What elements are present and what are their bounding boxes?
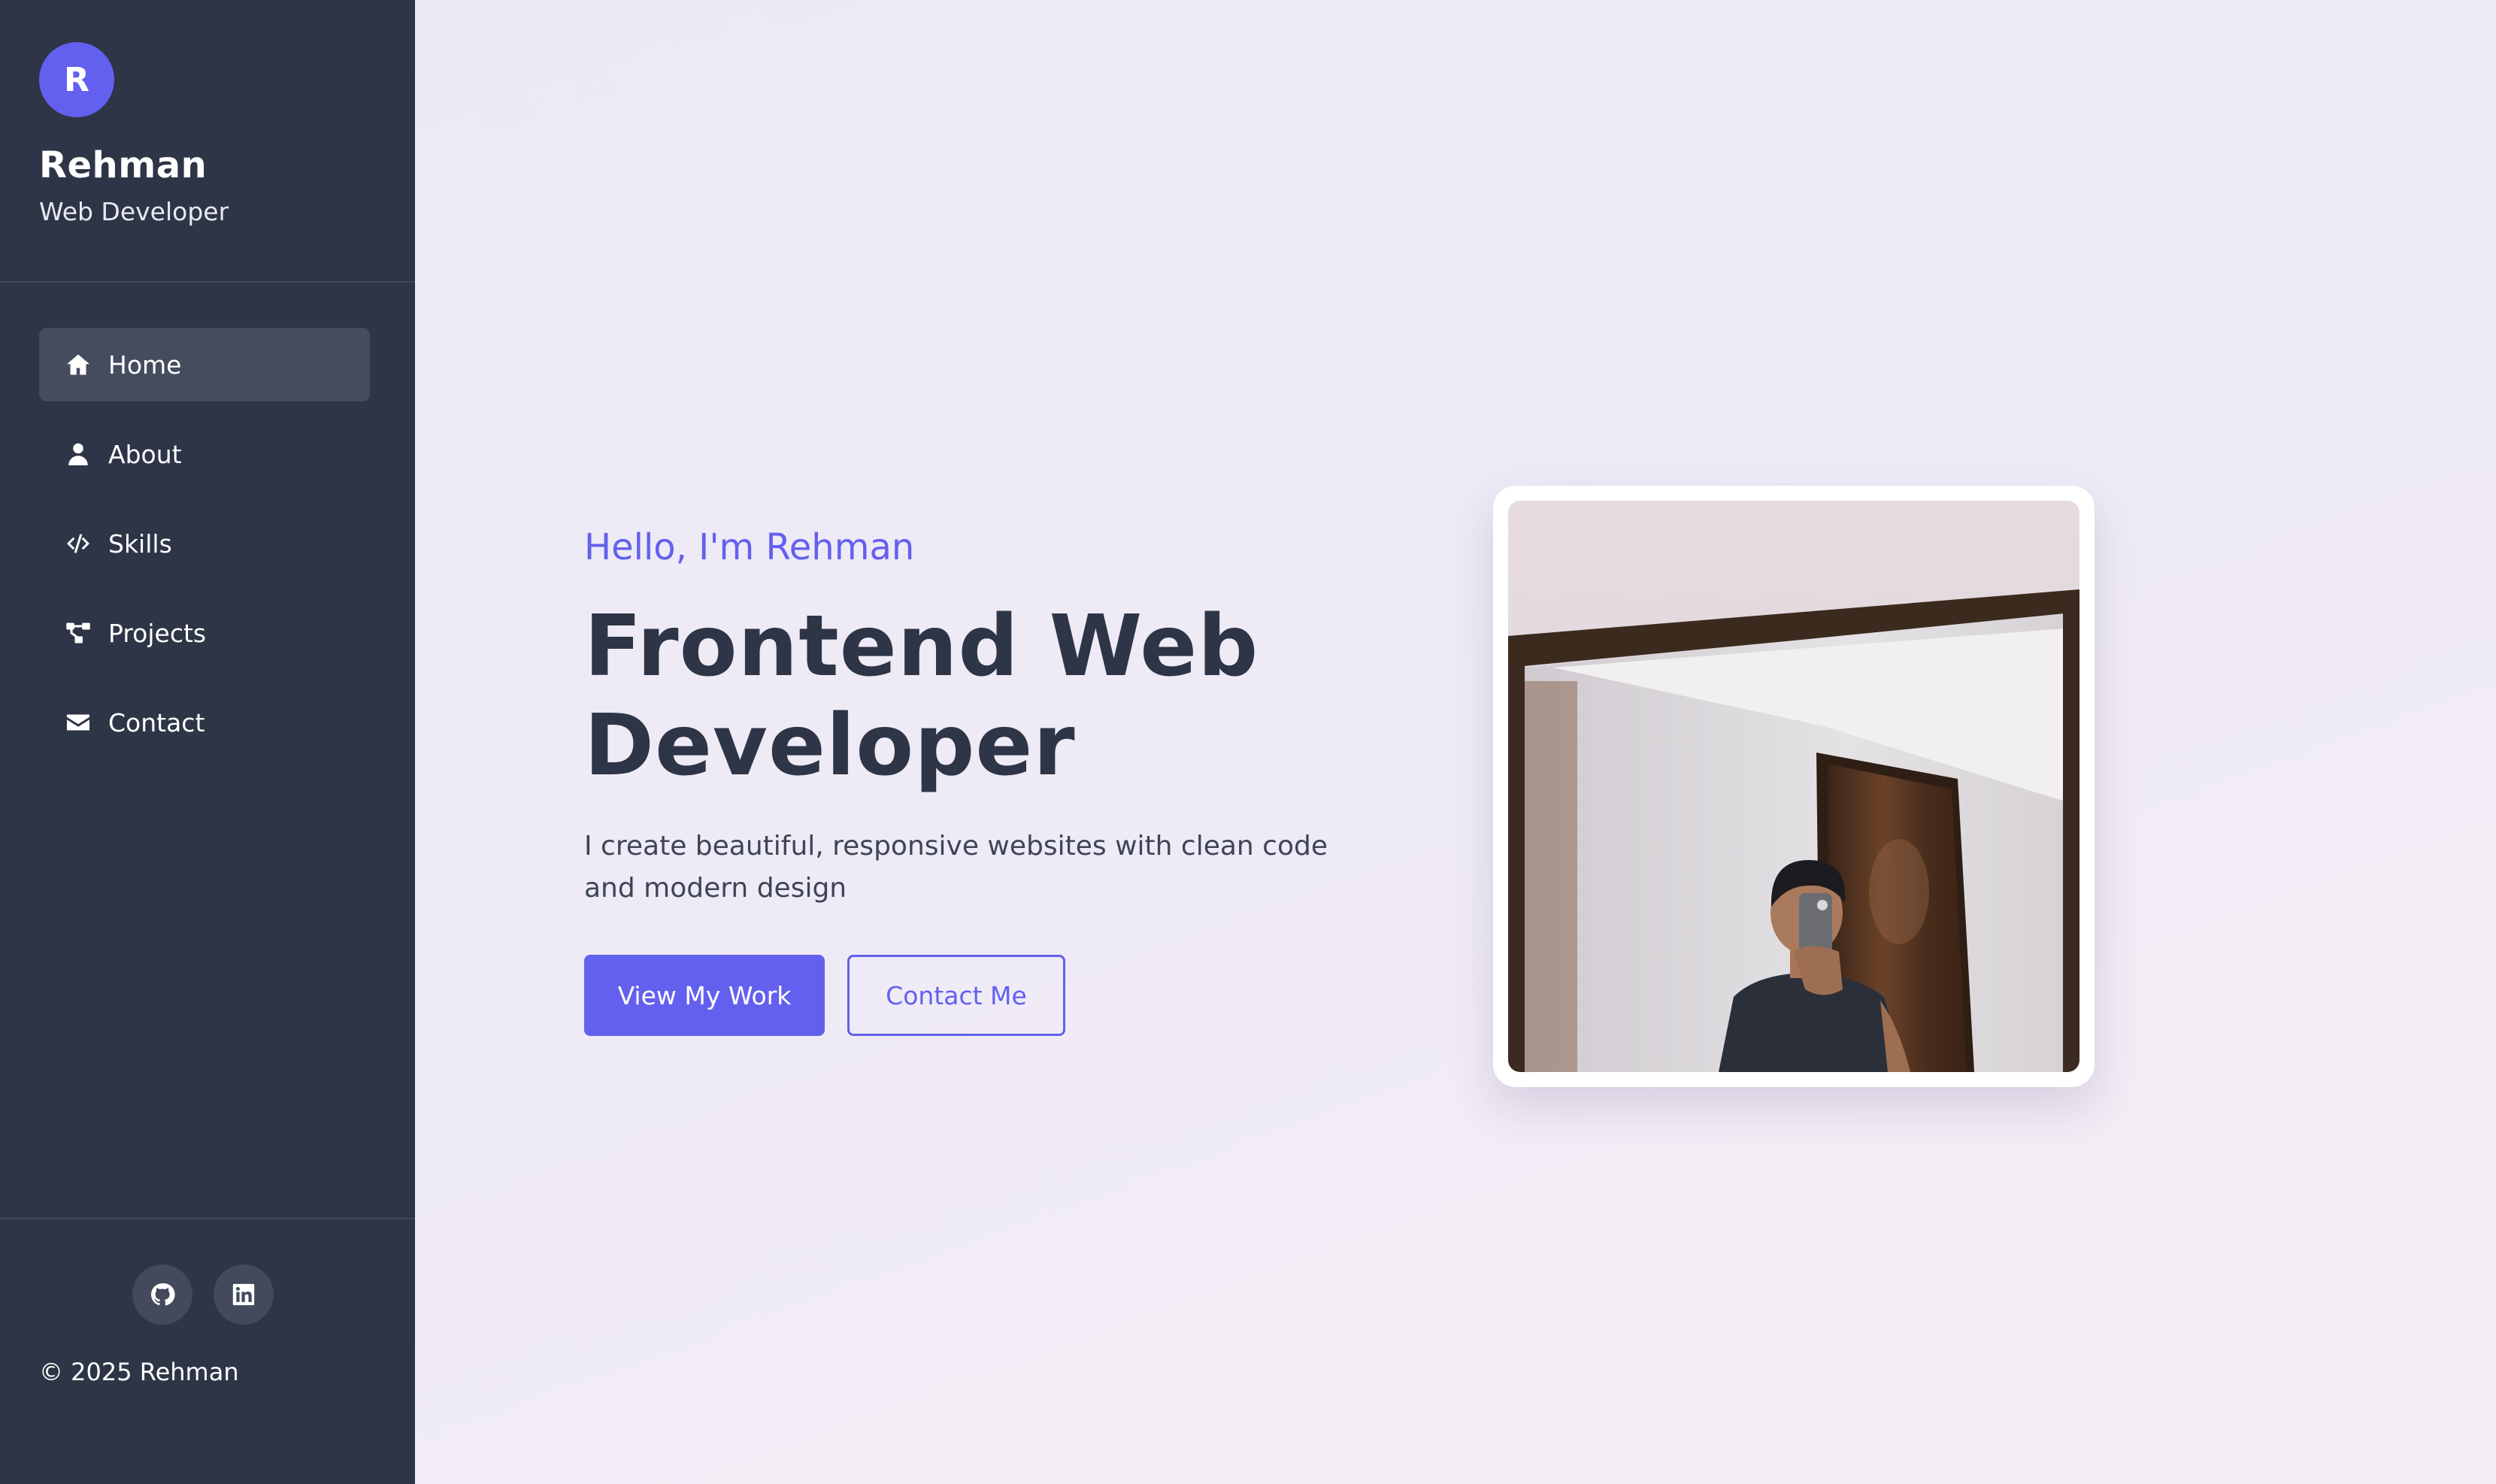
sidebar-nav: Home About Skills Projects Contact	[39, 328, 370, 775]
hero-headline-line: Developer	[584, 697, 1076, 795]
sidebar-item-label: About	[108, 439, 182, 469]
envelope-icon	[63, 707, 93, 737]
brand-role: Web Developer	[39, 197, 229, 226]
sidebar-item-label: Contact	[108, 707, 205, 737]
contact-me-button[interactable]: Contact Me	[847, 955, 1065, 1036]
profile-photo-frame	[1493, 486, 2095, 1087]
sidebar-item-label: Projects	[108, 618, 207, 648]
copyright-text: © 2025 Rehman	[39, 1358, 239, 1386]
hero-section: Hello, I'm Rehman Frontend Web Developer…	[584, 526, 1411, 1036]
sidebar-item-about[interactable]: About	[39, 417, 370, 491]
hero-buttons: View My Work Contact Me	[584, 955, 1411, 1036]
user-icon	[63, 439, 93, 469]
sidebar-divider	[0, 281, 415, 283]
profile-photo	[1508, 501, 2079, 1072]
brand-name: Rehman	[39, 144, 207, 186]
avatar: R	[39, 42, 114, 117]
sidebar-item-label: Home	[108, 350, 182, 380]
sidebar-item-skills[interactable]: Skills	[39, 507, 370, 580]
github-link[interactable]	[132, 1264, 192, 1325]
code-icon	[63, 528, 93, 559]
sidebar-item-home[interactable]: Home	[39, 328, 370, 401]
github-icon	[150, 1282, 175, 1307]
linkedin-link[interactable]	[214, 1264, 274, 1325]
sidebar-item-projects[interactable]: Projects	[39, 596, 370, 670]
hero-tagline: I create beautiful, responsive websites …	[584, 831, 1328, 904]
hero-headline: Frontend Web Developer	[584, 597, 1411, 795]
brand: R Rehman Web Developer	[39, 42, 385, 226]
social-links	[132, 1264, 274, 1325]
view-my-work-button[interactable]: View My Work	[584, 955, 825, 1036]
hero-greeting: Hello, I'm Rehman	[584, 526, 915, 568]
home-icon	[63, 350, 93, 380]
sidebar-item-contact[interactable]: Contact	[39, 686, 370, 759]
linkedin-icon	[231, 1282, 256, 1307]
project-diagram-icon	[63, 618, 93, 648]
sidebar-divider	[0, 1218, 415, 1219]
hero-headline-line: Frontend Web	[584, 598, 1259, 695]
sidebar: R Rehman Web Developer Home About Skills	[0, 0, 415, 1484]
sidebar-item-label: Skills	[108, 528, 172, 559]
